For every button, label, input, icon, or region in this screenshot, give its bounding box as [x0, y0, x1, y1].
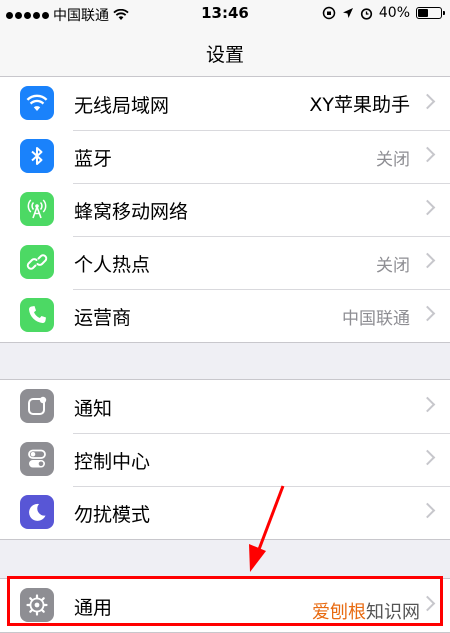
chevron-right-icon: [419, 502, 436, 519]
chevron-right-icon: [419, 396, 436, 413]
watermark: 爱刨根知识网: [312, 598, 420, 624]
page-title: 设置: [205, 44, 244, 66]
row-value: 中国联通: [342, 309, 410, 329]
chevron-right-icon: [419, 93, 436, 110]
row-label: 蜂窝移动网络: [74, 201, 189, 223]
row-label: 个人热点: [74, 254, 151, 276]
settings-row-carrier[interactable]: 运营商 中国联通: [0, 289, 450, 342]
battery-icon: [416, 7, 445, 19]
notifications-icon: [20, 389, 54, 423]
cellular-antenna-icon: [20, 192, 54, 226]
battery-percentage: 40%: [378, 5, 410, 21]
gear-icon: [20, 588, 54, 622]
rotation-lock-icon: [322, 6, 336, 20]
settings-row-control-center[interactable]: 控制中心: [0, 433, 450, 486]
row-label: 蓝牙: [74, 148, 113, 170]
row-label: 无线局域网: [74, 95, 170, 117]
row-label: 勿扰模式: [74, 504, 151, 526]
watermark-part2: 知识网: [366, 602, 420, 623]
row-value: XY苹果助手: [309, 94, 410, 116]
bluetooth-icon: [20, 139, 54, 173]
watermark-part1: 爱刨根: [312, 602, 366, 623]
row-label: 通知: [74, 398, 113, 420]
moon-icon: [20, 495, 54, 529]
phone-icon: [20, 298, 54, 332]
chevron-right-icon: [419, 199, 436, 216]
row-value: 关闭: [376, 256, 410, 276]
settings-row-notifications[interactable]: 通知: [0, 380, 450, 433]
settings-row-bluetooth[interactable]: 蓝牙 关闭: [0, 130, 450, 183]
location-icon: [342, 8, 353, 18]
chevron-right-icon: [419, 252, 436, 269]
row-label: 通用: [74, 597, 113, 619]
chevron-right-icon: [419, 595, 436, 612]
chevron-right-icon: [419, 449, 436, 466]
navigation-bar: 设置: [0, 28, 450, 77]
settings-group-notifications: 通知 控制中心 勿扰模式: [0, 379, 450, 540]
control-center-icon: [20, 442, 54, 476]
settings-row-do-not-disturb[interactable]: 勿扰模式: [0, 486, 450, 539]
status-bar: 中国联通 13:46 40%: [0, 0, 450, 28]
wifi-icon: [20, 86, 54, 120]
settings-group-connectivity: 无线局域网 XY苹果助手 蓝牙 关闭 蜂窝移动网络 个人热点 关闭 运营商 中国…: [0, 76, 450, 343]
row-label: 控制中心: [74, 451, 151, 473]
chevron-right-icon: [419, 305, 436, 322]
status-right: 40%: [322, 5, 445, 21]
alarm-icon: [360, 7, 372, 20]
settings-row-hotspot[interactable]: 个人热点 关闭: [0, 236, 450, 289]
chevron-right-icon: [419, 146, 436, 163]
row-value: 关闭: [376, 150, 410, 170]
settings-row-wifi[interactable]: 无线局域网 XY苹果助手: [0, 77, 450, 130]
hotspot-link-icon: [20, 245, 54, 279]
row-label: 运营商: [74, 307, 132, 329]
settings-row-cellular[interactable]: 蜂窝移动网络: [0, 183, 450, 236]
